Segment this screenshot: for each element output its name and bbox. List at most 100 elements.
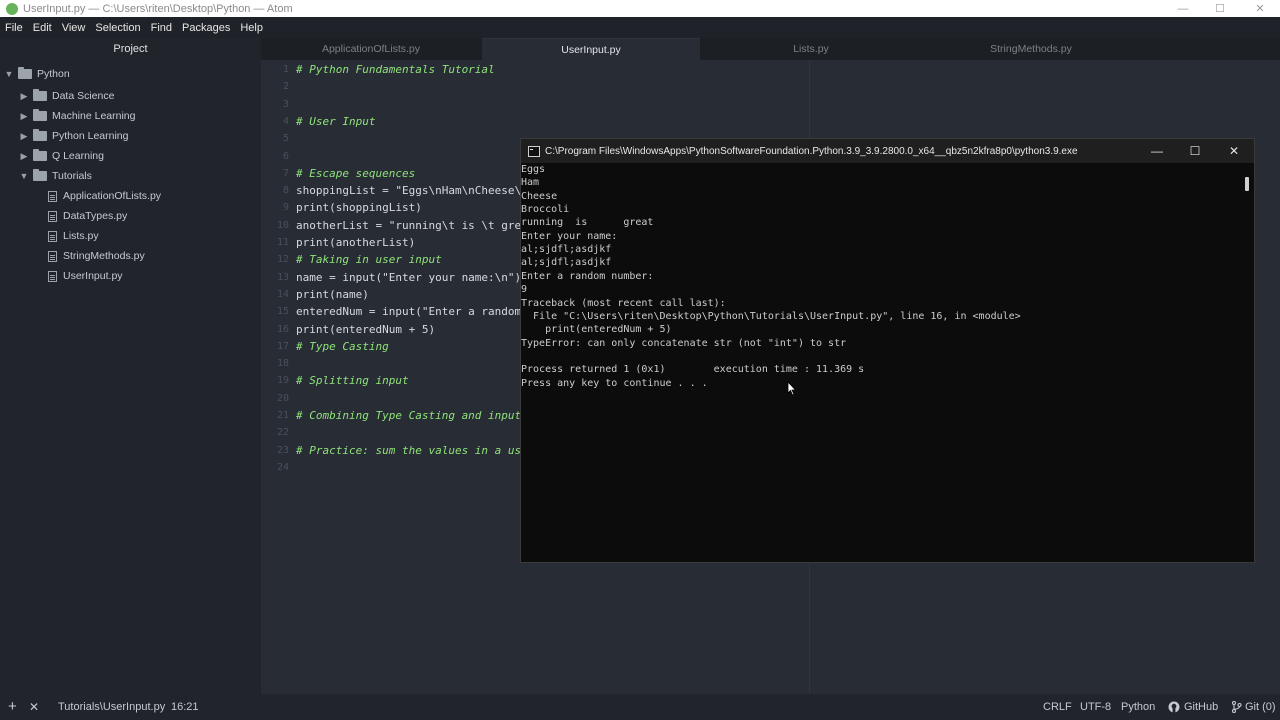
tree-folder-python-learning[interactable]: ▶ Python Learning (19, 126, 128, 146)
line-number: 12 (276, 254, 289, 266)
console-line: Ham (521, 177, 540, 189)
github-icon (1168, 701, 1180, 713)
atom-window: UserInput.py — C:\Users\riten\Desktop\Py… (0, 0, 1280, 720)
code-line[interactable]: name = input("Enter your name:\n") (296, 271, 521, 284)
tree-folder-q-learning[interactable]: ▶ Q Learning (19, 146, 104, 166)
chevron-down-icon: ▼ (19, 171, 29, 181)
folder-icon (33, 169, 47, 181)
github-status[interactable]: GitHub (1168, 694, 1218, 720)
file-path[interactable]: Tutorials\UserInput.py (58, 694, 165, 720)
code-line[interactable]: # Taking in user input (296, 253, 442, 266)
menu-packages[interactable]: Packages (182, 22, 230, 34)
line-number: 19 (276, 375, 289, 387)
cursor-position[interactable]: 16:21 (171, 694, 199, 720)
chevron-right-icon: ▶ (20, 130, 28, 141)
tab-stringmethods[interactable]: StringMethods.py (921, 38, 1141, 60)
console-line: TypeError: can only concatenate str (not… (521, 337, 847, 349)
console-title-bar: C:\Program Files\WindowsApps\PythonSoftw… (521, 139, 1254, 163)
tree-file-stringmethods[interactable]: StringMethods.py (48, 246, 145, 266)
console-window[interactable]: C:\Program Files\WindowsApps\PythonSoftw… (520, 138, 1255, 563)
tree-file-applicationoflists[interactable]: ApplicationOfLists.py (48, 186, 161, 206)
tab-applicationoflists[interactable]: ApplicationOfLists.py (261, 38, 481, 60)
tree-file-userinput[interactable]: UserInput.py (48, 266, 123, 286)
line-number: 5 (282, 133, 289, 145)
status-bar: + ✕ Tutorials\UserInput.py 16:21 CRLF UT… (0, 694, 1280, 720)
window-title: UserInput.py — C:\Users\riten\Desktop\Py… (23, 2, 293, 15)
line-number: 2 (282, 81, 289, 93)
console-line: al;sjdfl;asdjkf (521, 244, 612, 256)
tree-file-label: Lists.py (63, 230, 99, 242)
line-ending[interactable]: CRLF (1043, 694, 1072, 720)
atom-logo-icon (6, 2, 18, 15)
code-line[interactable]: # Splitting input (296, 374, 409, 387)
title-bar: UserInput.py — C:\Users\riten\Desktop\Py… (0, 0, 1280, 17)
code-line[interactable]: # Combining Type Casting and input (296, 409, 521, 422)
code-line[interactable]: print(shoppingList) (296, 201, 422, 214)
file-icon (48, 210, 57, 222)
code-line[interactable]: anotherList = "running\t is \t grea (296, 219, 528, 232)
tab-lists[interactable]: Lists.py (701, 38, 921, 60)
console-output[interactable]: Eggs Ham Cheese Broccoli running is great Ent… (521, 163, 1254, 562)
grammar[interactable]: Python (1121, 694, 1155, 720)
menu-file[interactable]: File (5, 22, 23, 34)
tree-folder-data-science[interactable]: ▶ Data Science (19, 86, 114, 106)
tree-file-label: StringMethods.py (63, 250, 145, 262)
line-number: 7 (282, 167, 289, 179)
add-tab-icon[interactable]: + (8, 694, 17, 720)
console-line: Press any key to continue . . . (521, 377, 708, 389)
line-number: 18 (276, 358, 289, 370)
close-panel-icon[interactable]: ✕ (29, 694, 39, 720)
code-line[interactable]: # Practice: sum the values in a use (296, 444, 528, 457)
line-number: 23 (276, 444, 289, 456)
code-line[interactable]: shoppingList = "Eggs\nHam\nCheese\n (296, 184, 528, 197)
code-line[interactable]: print(anotherList) (296, 236, 415, 249)
folder-icon (33, 89, 47, 101)
console-line: Enter your name: (521, 230, 618, 242)
line-number: 24 (276, 461, 289, 473)
line-number: 20 (276, 392, 289, 404)
mouse-pointer-icon (787, 381, 797, 396)
project-panel-title[interactable]: Project (0, 38, 261, 60)
close-window-button[interactable]: ✕ (1240, 0, 1280, 17)
folder-icon (33, 129, 47, 141)
minimize-button[interactable]: — (1163, 0, 1203, 17)
tab-userinput[interactable]: UserInput.py (482, 38, 700, 60)
menu-help[interactable]: Help (240, 22, 263, 34)
tree-file-label: UserInput.py (63, 270, 123, 282)
code-line[interactable]: # Type Casting (296, 340, 389, 353)
encoding[interactable]: UTF-8 (1080, 694, 1111, 720)
code-line[interactable]: print(enteredNum + 5) (296, 323, 435, 336)
line-number: 4 (282, 115, 289, 127)
tree-file-label: ApplicationOfLists.py (63, 190, 162, 202)
console-scrollbar[interactable] (1245, 177, 1249, 191)
tree-file-lists[interactable]: Lists.py (48, 226, 99, 246)
tree-root-python[interactable]: ▼ Python (4, 64, 70, 84)
line-number: 13 (276, 271, 289, 283)
menu-find[interactable]: Find (151, 22, 172, 34)
menu-edit[interactable]: Edit (33, 22, 52, 34)
tree-folder-label: Data Science (52, 90, 115, 102)
code-line[interactable]: # Escape sequences (296, 167, 415, 180)
chevron-right-icon: ▶ (20, 150, 28, 161)
code-line[interactable]: # Python Fundamentals Tutorial (296, 63, 495, 76)
console-line: Traceback (most recent call last): (521, 297, 726, 309)
line-number: 22 (276, 427, 289, 439)
code-line[interactable]: enteredNum = input("Enter a random (296, 305, 521, 318)
line-number: 3 (282, 98, 289, 110)
tree-folder-tutorials[interactable]: ▼ Tutorials (19, 166, 92, 186)
git-status[interactable]: Git (0) (1231, 694, 1276, 720)
menu-view[interactable]: View (62, 22, 86, 34)
tree-file-label: DataTypes.py (63, 210, 128, 222)
tree-folder-machine-learning[interactable]: ▶ Machine Learning (19, 106, 135, 126)
code-line[interactable]: # User Input (296, 115, 375, 128)
console-line: running is great (521, 217, 654, 229)
console-close-button[interactable]: ✕ (1215, 139, 1253, 163)
menu-selection[interactable]: Selection (95, 22, 140, 34)
git-branch-icon (1231, 701, 1242, 713)
code-line[interactable]: print(name) (296, 288, 369, 301)
console-minimize-button[interactable]: — (1138, 139, 1176, 163)
console-maximize-button[interactable]: ☐ (1176, 139, 1214, 163)
maximize-button[interactable]: ☐ (1200, 0, 1240, 17)
github-label: GitHub (1184, 701, 1219, 713)
tree-file-datatypes[interactable]: DataTypes.py (48, 206, 127, 226)
